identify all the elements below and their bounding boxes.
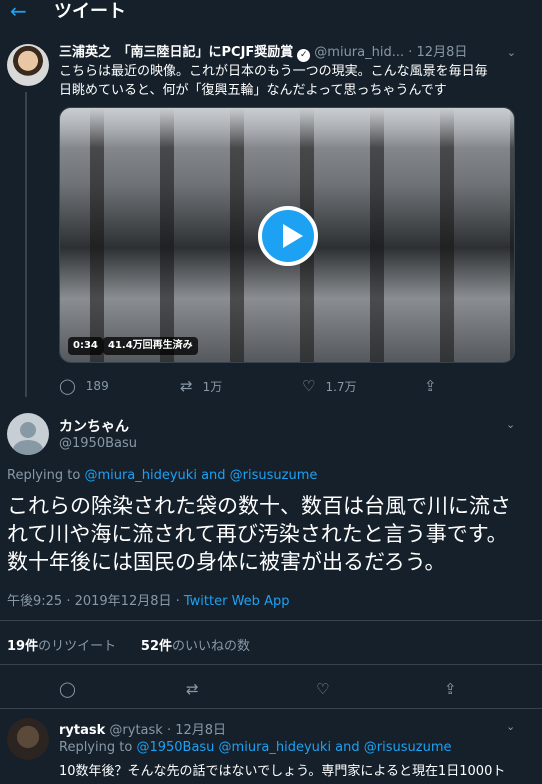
reply-icon: ◯ <box>59 680 76 698</box>
tweet-header: 三浦英之 「南三陸日記」にPCJF奨励賞 ✓ @miura_hid... · 12月… <box>59 44 516 62</box>
share-button[interactable]: ⇪ <box>444 681 457 697</box>
author-handle[interactable]: @rytask <box>109 723 162 738</box>
tweet-timestamp[interactable]: 午後9:25 · 2019年12月8日 · <box>7 594 184 609</box>
top-bar: ← ツイート <box>0 0 542 28</box>
reply-button[interactable]: ◯ <box>59 681 76 697</box>
divider <box>0 664 542 665</box>
retweet-count: 1万 <box>202 379 223 394</box>
retweets-stat[interactable]: 19件のリツイート <box>7 639 116 654</box>
verified-icon: ✓ <box>297 49 311 62</box>
tweet-text: 10数年後？そんな先の話ではないでしょう。専門家によると現在1日1000ト <box>59 764 506 779</box>
like-button[interactable]: ♡ <box>316 681 329 697</box>
retweet-button[interactable]: ⇄ <box>186 681 199 697</box>
video-player[interactable]: 0:34 41.4万回再生済み <box>59 107 515 363</box>
tweet-meta: 午後9:25 · 2019年12月8日 · Twitter Web App <box>7 590 289 609</box>
video-duration: 0:34 <box>68 337 103 355</box>
replying-users[interactable]: @1950Basu @miura_hideyuki and @risusuzum… <box>136 740 451 755</box>
tweet-actions: ◯ ⇄ ♡ ⇪ <box>0 679 542 699</box>
likes-stat-count: 52件 <box>140 639 172 654</box>
avatar[interactable] <box>7 413 49 455</box>
replying-to: Replying to @miura_hideyuki and @risusuz… <box>7 468 317 483</box>
reply-button[interactable]: ◯ 189 <box>59 378 109 394</box>
avatar[interactable] <box>7 718 49 760</box>
tweet-source[interactable]: Twitter Web App <box>184 594 290 609</box>
replying-users[interactable]: @miura_hideyuki and @risusuzume <box>84 468 317 483</box>
tweet-date[interactable]: 12月8日 <box>417 45 468 60</box>
chevron-down-icon[interactable]: ⌄ <box>507 44 516 62</box>
default-avatar-body <box>13 440 43 455</box>
chevron-down-icon[interactable]: ⌄ <box>506 720 524 733</box>
retweet-icon: ⇄ <box>180 377 193 395</box>
likes-stat-label: のいいねの数 <box>172 639 251 654</box>
back-arrow-icon[interactable]: ← <box>10 0 32 22</box>
retweet-button[interactable]: ⇄ 1万 <box>180 378 222 395</box>
replying-label: Replying to <box>7 468 81 483</box>
like-icon: ♡ <box>316 680 330 698</box>
video-frame <box>60 108 514 148</box>
author-handle[interactable]: @1950Basu <box>59 436 137 451</box>
tweet-actions: ◯ 189 ⇄ 1万 ♡ 1.7万 ⇪ <box>0 376 542 396</box>
tweet-text: これらの除染された袋の数十、数百は台風で川に流さ れて川や海に流されて再び汚染さ… <box>7 492 535 576</box>
tweet-text-line: こちらは最近の映像。これが日本のもう一つの現実。こんな風景を毎日毎 <box>59 64 488 79</box>
retweets-stat-count: 19件 <box>7 639 39 654</box>
tweet-stats: 19件のリツイート 52件のいいねの数 <box>7 635 250 654</box>
like-icon: ♡ <box>302 377 316 395</box>
tweet-text-line: これらの除染された袋の数十、数百は台風で川に流さ <box>7 494 511 518</box>
reply-icon: ◯ <box>59 377 76 395</box>
like-count: 1.7万 <box>325 379 357 394</box>
tweet-text-line: 数十年後には国民の身体に被害が出るだろう。 <box>7 550 446 574</box>
likes-stat[interactable]: 52件のいいねの数 <box>141 639 250 654</box>
share-icon: ⇪ <box>424 377 437 395</box>
author-name[interactable]: カンちゃん <box>59 416 129 436</box>
page-title: ツイート <box>54 1 126 22</box>
reply-count: 189 <box>85 379 109 393</box>
divider <box>0 620 542 621</box>
tweet-text-line: 日眺めていると、何が「復興五輪」なんだよって思っちゃうんです <box>59 83 447 98</box>
author-handle[interactable]: @miura_hid... <box>314 45 404 60</box>
thread-line <box>25 92 27 397</box>
retweets-stat-label: のリツイート <box>38 639 117 654</box>
tweet-header: rytask @rytask · 12月8日 <box>59 723 227 738</box>
play-icon[interactable] <box>258 206 318 266</box>
default-avatar-head <box>20 422 36 438</box>
retweet-icon: ⇄ <box>186 680 199 698</box>
tweet-date[interactable]: 12月8日 <box>175 723 226 738</box>
share-button[interactable]: ⇪ <box>424 378 437 394</box>
replying-to: Replying to @1950Basu @miura_hideyuki an… <box>59 740 451 755</box>
tweet-text: こちらは最近の映像。これが日本のもう一つの現実。こんな風景を毎日毎 日眺めている… <box>59 62 529 100</box>
share-icon: ⇪ <box>444 680 457 698</box>
author-name[interactable]: rytask <box>59 723 105 738</box>
avatar[interactable] <box>7 44 49 86</box>
tweet-text-line: れて川や海に流されて再び汚染されたと言う事です。 <box>7 522 508 546</box>
video-views: 41.4万回再生済み <box>103 337 198 355</box>
like-button[interactable]: ♡ 1.7万 <box>302 378 357 395</box>
replying-label: Replying to <box>59 740 133 755</box>
author-name[interactable]: 三浦英之 「南三陸日記」にPCJF奨励賞 <box>59 45 293 60</box>
chevron-down-icon[interactable]: ⌄ <box>506 418 524 431</box>
divider <box>0 708 542 709</box>
